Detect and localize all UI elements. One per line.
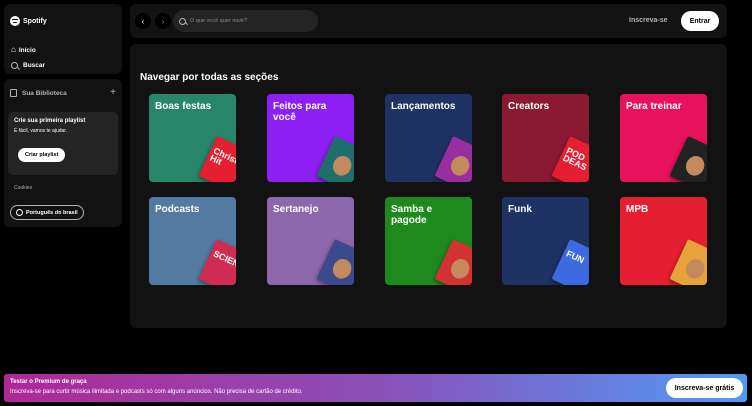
category-card[interactable]: Funk FUN — [502, 197, 589, 285]
search-input[interactable] — [190, 18, 310, 24]
home-icon: ⌂ — [11, 45, 16, 54]
globe-icon — [16, 209, 23, 216]
category-card-label: Creators — [508, 101, 550, 112]
cookies-link[interactable]: Cookies — [14, 185, 32, 191]
cover-art-text: POD DEAS — [561, 145, 589, 173]
nav-home-label: Início — [18, 46, 36, 54]
premium-title: Testar o Premium de graça — [10, 379, 87, 385]
sidebar-nav: Spotify ⌂ Início Buscar — [4, 4, 122, 74]
category-card-label: Para treinar — [626, 101, 682, 112]
category-cover-image: SCIENCE — [198, 239, 236, 285]
signup-free-button[interactable]: Inscreva-se grátis — [666, 378, 743, 398]
create-playlist-button[interactable]: Criar playlist — [18, 148, 66, 162]
category-card[interactable]: MPB — [620, 197, 707, 285]
category-card-label: Sertanejo — [273, 204, 319, 215]
language-label: Português do brasil — [26, 209, 78, 216]
category-card-label: Podcasts — [155, 204, 200, 215]
cover-art-face — [329, 152, 354, 179]
language-button[interactable]: Português do brasil — [10, 205, 84, 220]
category-card[interactable]: Sertanejo — [267, 197, 354, 285]
category-cover-image — [316, 136, 354, 182]
category-cover-image — [434, 136, 472, 182]
section-title: Navegar por todas as seções — [140, 72, 279, 83]
cover-art-face — [447, 152, 472, 179]
library-icon — [10, 89, 17, 97]
category-card-label: Boas festas — [155, 101, 212, 112]
nav-search[interactable]: Buscar — [11, 62, 45, 69]
chevron-right-icon: › — [161, 16, 165, 26]
cover-art-text: SCIENCE — [211, 248, 236, 275]
signup-link[interactable]: Inscreva-se — [629, 17, 668, 24]
category-cover-image — [669, 136, 707, 182]
premium-subtitle: Inscreva-se para curtir música ilimitada… — [10, 389, 303, 395]
cover-art-face — [682, 152, 707, 179]
app-name: Spotify — [23, 17, 47, 25]
category-cover-image — [434, 239, 472, 285]
promo-title: Crie sua primeira playlist — [14, 118, 86, 124]
category-cover-image: POD DEAS — [551, 136, 589, 182]
category-card-label: Funk — [508, 204, 532, 215]
category-card[interactable]: Para treinar — [620, 94, 707, 182]
cover-art-face — [447, 255, 472, 282]
search-icon — [179, 17, 186, 25]
library-title-button[interactable]: Sua Biblioteca — [10, 89, 67, 97]
chevron-left-icon: ‹ — [141, 16, 145, 26]
category-cover-image — [316, 239, 354, 285]
category-card-label: Feitos para você — [273, 101, 327, 123]
premium-banner[interactable]: Testar o Premium de graça Inscreva-se pa… — [4, 374, 747, 402]
nav-search-label: Buscar — [23, 62, 46, 69]
category-cover-image: Christ Hit — [198, 136, 236, 182]
login-button[interactable]: Entrar — [681, 11, 719, 31]
library-header: Sua Biblioteca + — [10, 88, 116, 98]
category-card-label: MPB — [626, 204, 649, 215]
spotify-logo-icon — [10, 16, 20, 26]
category-card[interactable]: Boas festas Christ Hit — [149, 94, 236, 182]
library-title: Sua Biblioteca — [22, 89, 67, 97]
library-panel: Sua Biblioteca + Crie sua primeira playl… — [4, 79, 122, 227]
back-button[interactable]: ‹ — [135, 13, 151, 29]
category-card[interactable]: Feitos para você — [267, 94, 354, 182]
create-playlist-card: Crie sua primeira playlist É fácil, vamo… — [8, 112, 118, 175]
search-icon — [11, 62, 18, 69]
cover-art-text: Christ Hit — [208, 145, 236, 167]
category-card[interactable]: Creators POD DEAS — [502, 94, 589, 182]
category-card[interactable]: Podcasts SCIENCE — [149, 197, 236, 285]
plus-icon[interactable]: + — [110, 88, 116, 98]
browse-main: Navegar por todas as seções Boas festas C… — [130, 44, 727, 328]
top-bar: ‹ › Inscreva-se Entrar — [130, 4, 727, 38]
cover-art-text: FUN — [564, 248, 586, 266]
category-card-label: Samba e pagode — [391, 204, 433, 226]
promo-subtitle: É fácil, vamos te ajudar. — [14, 128, 68, 134]
nav-home[interactable]: ⌂ Início — [11, 46, 36, 54]
category-cover-image — [669, 239, 707, 285]
category-card-label: Lançamentos — [391, 101, 456, 112]
cover-art-face — [682, 255, 707, 282]
cover-art-face — [329, 255, 354, 282]
category-card[interactable]: Samba e pagode — [385, 197, 472, 285]
forward-button[interactable]: › — [155, 13, 171, 29]
search-bar[interactable] — [173, 10, 318, 32]
category-cover-image: FUN — [551, 239, 589, 285]
category-card[interactable]: Lançamentos — [385, 94, 472, 182]
spotify-logo[interactable]: Spotify — [10, 16, 47, 26]
